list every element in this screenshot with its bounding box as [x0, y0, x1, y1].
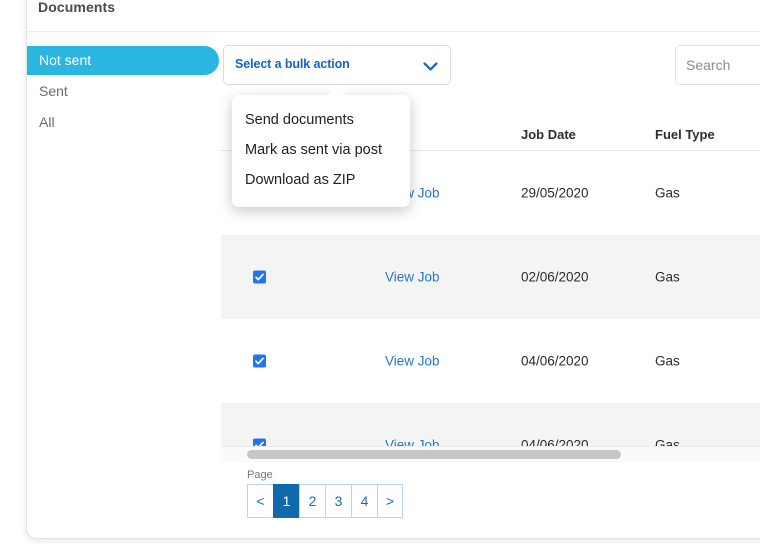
scrollbar-thumb[interactable] [247, 450, 621, 459]
horizontal-scrollbar[interactable] [221, 446, 760, 462]
pagination-next[interactable]: > [377, 484, 403, 518]
documents-card: Documents Not sent Sent All Select a bul… [26, 0, 760, 539]
pagination-buttons: < 1 2 3 4 > [247, 484, 403, 518]
sidebar-item-label: Sent [39, 83, 68, 99]
table-row: View Job 04/06/2020 Gas [221, 319, 760, 403]
column-header-job-date: Job Date [521, 127, 576, 142]
column-header-fuel-type: Fuel Type [655, 127, 715, 142]
card-header: Documents [27, 0, 760, 32]
cell-fuel-type: Gas [655, 185, 680, 201]
pagination-page-3[interactable]: 3 [325, 484, 351, 518]
row-checkbox[interactable] [253, 270, 266, 284]
sidebar-item-all[interactable]: All [27, 108, 221, 137]
table-row: View Job 04/06/2020 Gas [221, 403, 760, 451]
pagination-label: Page [247, 469, 273, 481]
sidebar-filters: Not sent Sent All [27, 46, 221, 139]
page-title: Documents [38, 0, 116, 15]
chevron-down-icon [423, 60, 438, 72]
view-job-link[interactable]: View Job [385, 354, 440, 369]
pagination-page-2[interactable]: 2 [299, 484, 325, 518]
cell-fuel-type: Gas [655, 269, 680, 285]
cell-job-date: 02/06/2020 [521, 269, 589, 285]
pagination-prev[interactable]: < [247, 484, 273, 518]
menu-item-mark-as-sent-via-post[interactable]: Mark as sent via post [232, 135, 410, 165]
cell-job-date: 29/05/2020 [521, 185, 589, 201]
pagination-page-1[interactable]: 1 [273, 484, 299, 518]
menu-item-send-documents[interactable]: Send documents [232, 105, 410, 135]
sidebar-item-label: Not sent [39, 52, 92, 68]
sidebar-item-sent[interactable]: Sent [27, 77, 221, 106]
cell-fuel-type: Gas [655, 353, 680, 369]
cell-job-date: 04/06/2020 [521, 353, 589, 369]
sidebar-item-label: All [39, 114, 55, 130]
search-box[interactable] [675, 45, 760, 85]
sidebar-item-not-sent[interactable]: Not sent [27, 46, 219, 75]
table-row: View Job 02/06/2020 Gas [221, 235, 760, 319]
row-checkbox[interactable] [253, 354, 266, 368]
pagination: Page < 1 2 3 4 > [247, 469, 403, 518]
pagination-page-4[interactable]: 4 [351, 484, 377, 518]
bulk-action-dropdown-menu: Send documents Mark as sent via post Dow… [232, 95, 410, 207]
menu-item-download-as-zip[interactable]: Download as ZIP [232, 165, 410, 195]
view-job-link[interactable]: View Job [385, 270, 440, 285]
search-input[interactable] [676, 46, 760, 84]
bulk-action-label: Select a bulk action [235, 57, 350, 71]
bulk-action-select[interactable]: Select a bulk action [223, 45, 451, 85]
app-root: Documents Not sent Sent All Select a bul… [0, 0, 760, 544]
